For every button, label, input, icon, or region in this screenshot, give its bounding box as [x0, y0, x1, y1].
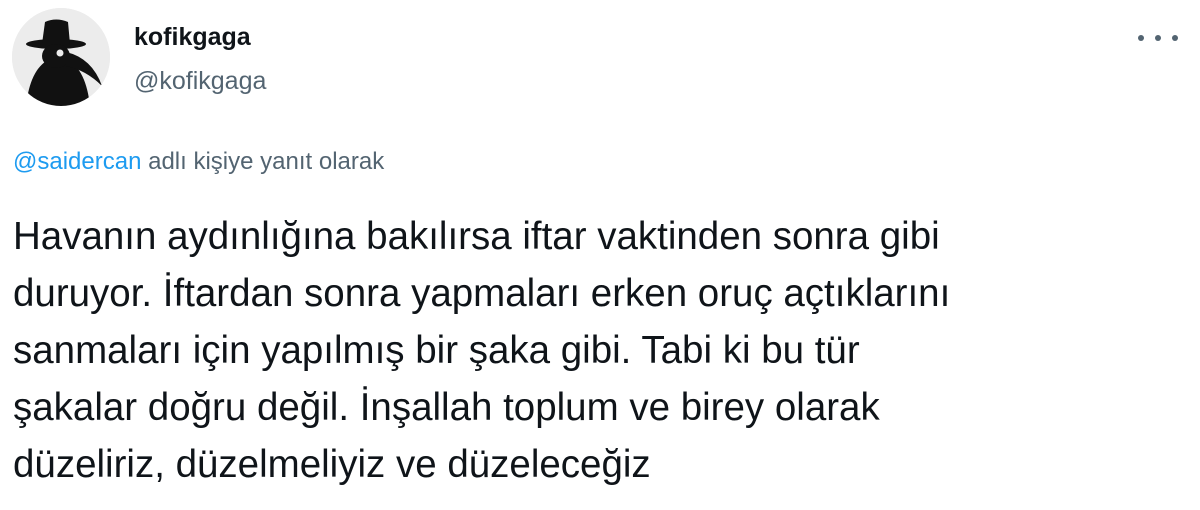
- user-info: kofikgaga @kofikgaga: [134, 22, 266, 96]
- reply-mention-link[interactable]: @saidercan: [13, 148, 141, 175]
- more-dot: [1172, 35, 1178, 41]
- user-handle[interactable]: @kofikgaga: [134, 66, 266, 96]
- more-options-icon[interactable]: [1138, 28, 1178, 48]
- tweet-text-line: düzeliriz, düzelmeliyiz ve düzeleceğiz: [13, 443, 651, 486]
- tweet-text: Havanın aydınlığına bakılırsa iftar vakt…: [13, 208, 1183, 493]
- more-dot: [1155, 35, 1161, 41]
- avatar[interactable]: [12, 8, 110, 106]
- plague-doctor-avatar-icon: [12, 8, 110, 106]
- replying-to: @saidercan adlı kişiye yanıt olarak: [13, 146, 384, 178]
- tweet-card: kofikgaga @kofikgaga @saidercan adlı kiş…: [0, 0, 1200, 510]
- reply-suffix: adlı kişiye yanıt olarak: [141, 148, 385, 175]
- tweet-text-line: sanmaları için yapılmış bir şaka gibi. T…: [13, 329, 860, 372]
- more-dot: [1138, 35, 1144, 41]
- tweet-text-line: şakalar doğru değil. İnşallah toplum ve …: [13, 386, 880, 429]
- tweet-text-line: duruyor. İftardan sonra yapmaları erken …: [13, 272, 951, 315]
- tweet-text-line: Havanın aydınlığına bakılırsa iftar vakt…: [13, 215, 940, 258]
- display-name[interactable]: kofikgaga: [134, 22, 266, 52]
